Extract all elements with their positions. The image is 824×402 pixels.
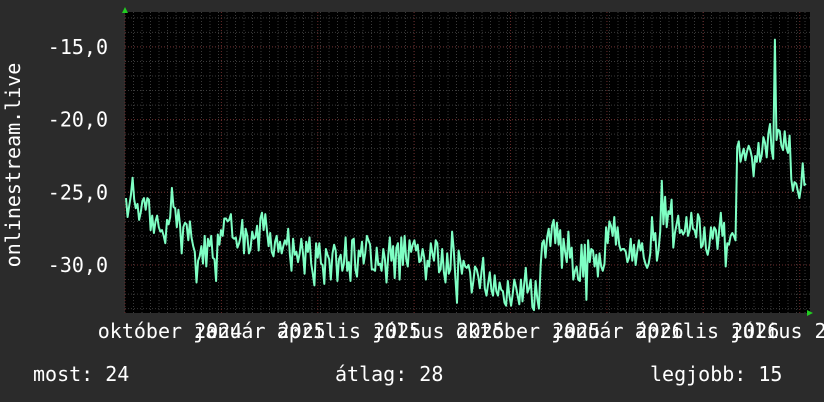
y-tick-label: -15,0 (48, 35, 108, 59)
y-tick-label: -25,0 (48, 180, 108, 204)
stat-average: átlag: 28 (335, 362, 443, 386)
y-axis-arrow (122, 7, 128, 13)
stat-current-value: 24 (105, 362, 130, 386)
stat-current: most: 24 (33, 362, 129, 386)
stat-average-label: átlag: (335, 362, 408, 386)
stat-current-label: most: (33, 362, 94, 386)
y-tick-label: -30,0 (48, 253, 108, 277)
chart-svg: -15,0-20,0-25,0-30,0október 2024január 2… (1, 7, 824, 343)
stat-best-label: legjobb: (650, 362, 747, 386)
stat-best: legjobb: 15 (650, 362, 782, 386)
chart-widget: -15,0 -20,0 -25,0 -30,0 október 2024 január 2… (0, 0, 824, 402)
y-tick-label: -20,0 (48, 108, 108, 132)
x-tick-label: július 2026 (730, 319, 824, 343)
stats-bar: most: 24 átlag: 28 legjobb: 15 (0, 362, 824, 392)
stat-average-value: 28 (419, 362, 444, 386)
stat-best-value: 15 (758, 362, 783, 386)
y-axis-label: onlinestream.live (1, 63, 25, 268)
